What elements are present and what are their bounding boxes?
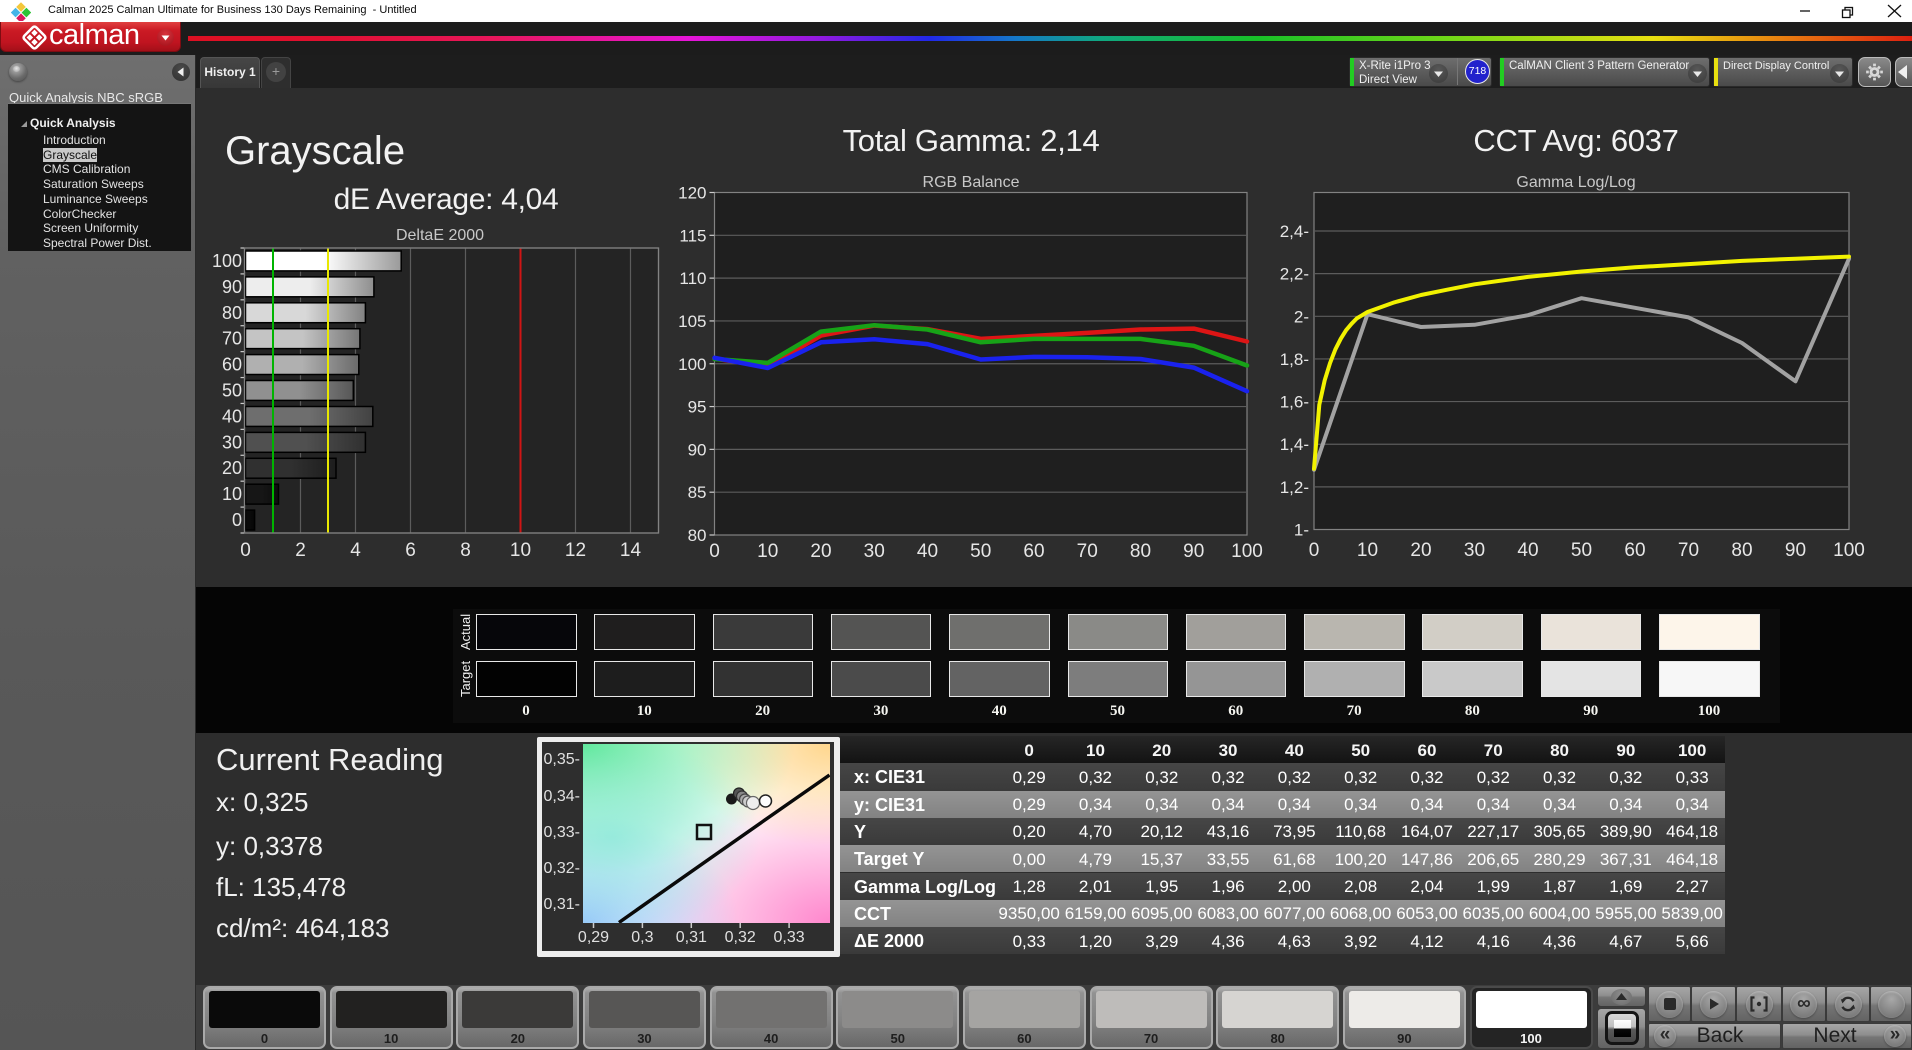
svg-text:50: 50 bbox=[222, 381, 242, 401]
svg-text:80: 80 bbox=[1731, 540, 1752, 561]
svg-text:2: 2 bbox=[295, 540, 306, 561]
svg-text:80: 80 bbox=[1130, 541, 1151, 562]
svg-text:1,8-: 1,8- bbox=[1280, 350, 1309, 369]
svg-text:60: 60 bbox=[1624, 540, 1645, 561]
svg-text:100: 100 bbox=[1231, 541, 1263, 562]
svg-text:2,2-: 2,2- bbox=[1280, 265, 1309, 284]
svg-text:120: 120 bbox=[678, 184, 706, 203]
svg-text:100: 100 bbox=[1833, 540, 1865, 561]
svg-text:60: 60 bbox=[222, 355, 242, 375]
svg-text:1,6-: 1,6- bbox=[1280, 393, 1309, 412]
svg-text:95: 95 bbox=[688, 398, 707, 417]
svg-text:10: 10 bbox=[510, 540, 531, 561]
svg-text:30: 30 bbox=[1464, 540, 1485, 561]
svg-text:105: 105 bbox=[678, 312, 706, 331]
svg-text:0: 0 bbox=[240, 540, 251, 561]
svg-text:90: 90 bbox=[222, 277, 242, 297]
svg-text:10: 10 bbox=[222, 484, 242, 504]
svg-text:110: 110 bbox=[679, 269, 706, 288]
svg-text:70: 70 bbox=[222, 329, 242, 349]
svg-text:20: 20 bbox=[1410, 540, 1431, 561]
svg-text:100: 100 bbox=[212, 251, 242, 271]
svg-text:2,4-: 2,4- bbox=[1280, 222, 1309, 241]
svg-text:8: 8 bbox=[460, 540, 471, 561]
svg-text:80: 80 bbox=[688, 526, 707, 545]
svg-text:90: 90 bbox=[1183, 541, 1204, 562]
svg-text:10: 10 bbox=[757, 541, 778, 562]
svg-text:40: 40 bbox=[222, 406, 242, 426]
svg-text:90: 90 bbox=[688, 440, 707, 459]
svg-text:60: 60 bbox=[1023, 541, 1044, 562]
svg-text:20: 20 bbox=[810, 541, 831, 562]
svg-text:0: 0 bbox=[232, 510, 242, 530]
svg-text:20: 20 bbox=[222, 458, 242, 478]
svg-text:70: 70 bbox=[1077, 541, 1098, 562]
svg-text:115: 115 bbox=[679, 226, 706, 245]
svg-text:0: 0 bbox=[709, 541, 720, 562]
svg-text:90: 90 bbox=[1785, 540, 1806, 561]
svg-text:30: 30 bbox=[864, 541, 885, 562]
svg-text:100: 100 bbox=[678, 355, 706, 374]
svg-text:0: 0 bbox=[1309, 540, 1320, 561]
svg-text:80: 80 bbox=[222, 303, 242, 323]
svg-text:4: 4 bbox=[350, 540, 361, 561]
svg-text:1-: 1- bbox=[1294, 521, 1309, 540]
svg-text:2-: 2- bbox=[1294, 307, 1309, 326]
svg-text:40: 40 bbox=[917, 541, 938, 562]
svg-text:50: 50 bbox=[1571, 540, 1592, 561]
svg-text:10: 10 bbox=[1357, 540, 1378, 561]
svg-text:30: 30 bbox=[222, 432, 242, 452]
svg-text:14: 14 bbox=[620, 540, 642, 561]
svg-text:40: 40 bbox=[1517, 540, 1538, 561]
svg-text:1,4-: 1,4- bbox=[1280, 435, 1309, 454]
svg-text:12: 12 bbox=[565, 540, 586, 561]
svg-text:50: 50 bbox=[970, 541, 991, 562]
svg-text:70: 70 bbox=[1678, 540, 1699, 561]
svg-text:85: 85 bbox=[688, 483, 707, 502]
svg-text:6: 6 bbox=[405, 540, 416, 561]
svg-text:1,2-: 1,2- bbox=[1280, 478, 1309, 497]
